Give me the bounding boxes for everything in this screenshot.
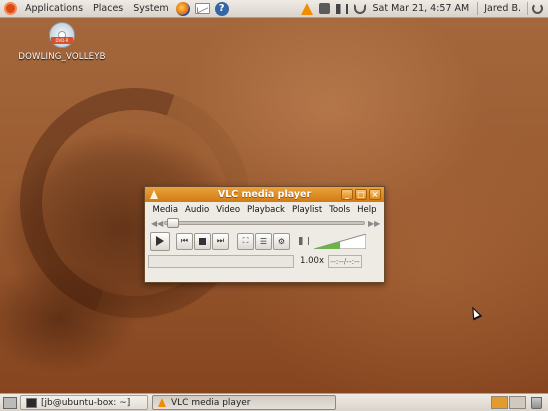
trash-icon[interactable] bbox=[531, 396, 542, 409]
workspace-1[interactable] bbox=[491, 396, 508, 409]
workspace-2[interactable] bbox=[509, 396, 526, 409]
previous-button[interactable]: ⏮ bbox=[176, 232, 193, 250]
close-button[interactable]: × bbox=[369, 189, 381, 200]
menu-applications[interactable]: Applications bbox=[20, 3, 88, 14]
volume-icon[interactable] bbox=[335, 3, 348, 14]
battery-icon[interactable] bbox=[318, 3, 330, 14]
menu-playback[interactable]: Playback bbox=[244, 205, 289, 215]
playback-controls: ⏮ ⏭ ⛶ ☰ ⚙ bbox=[145, 229, 384, 253]
seek-row: ◀◀ ▶▶ bbox=[145, 217, 384, 229]
ubuntu-logo-icon[interactable] bbox=[4, 2, 17, 15]
vlc-menubar: Media Audio Video Playback Playlist Tool… bbox=[145, 202, 384, 217]
show-desktop-icon[interactable] bbox=[3, 396, 17, 409]
menu-media[interactable]: Media bbox=[149, 205, 182, 215]
panel-separator bbox=[477, 2, 479, 15]
window-controls: _ □ × bbox=[341, 189, 381, 200]
desktop-icon-label: DOWLING_VOLLEYB bbox=[18, 52, 106, 62]
play-icon bbox=[156, 236, 164, 246]
vlc-icon bbox=[158, 398, 166, 407]
menu-help[interactable]: Help bbox=[354, 205, 380, 215]
menu-places[interactable]: Places bbox=[88, 3, 128, 14]
status-message-field bbox=[148, 254, 294, 268]
stop-button[interactable] bbox=[194, 232, 211, 250]
play-button[interactable] bbox=[150, 231, 170, 251]
terminal-icon bbox=[26, 397, 37, 408]
top-panel: Applications Places System ? Sat Mar 21,… bbox=[0, 0, 548, 18]
menu-system[interactable]: System bbox=[128, 3, 173, 14]
mail-icon[interactable] bbox=[194, 3, 210, 14]
taskbar-item-vlc[interactable]: VLC media player bbox=[152, 395, 336, 410]
dvd-tag: DVD-R bbox=[51, 37, 73, 44]
seek-back-icon[interactable]: ◀◀ bbox=[151, 219, 163, 228]
menu-playlist[interactable]: Playlist bbox=[288, 205, 325, 215]
menu-video[interactable]: Video bbox=[213, 205, 244, 215]
playback-speed[interactable]: 1.00x bbox=[298, 256, 324, 266]
time-display[interactable]: --:--/--:-- bbox=[328, 254, 362, 268]
speaker-icon[interactable] bbox=[299, 237, 309, 245]
menu-audio[interactable]: Audio bbox=[182, 205, 213, 215]
extended-settings-button[interactable]: ⚙ bbox=[273, 232, 290, 250]
desktop-dvd-icon[interactable]: DVD-R DOWLING_VOLLEYB bbox=[14, 22, 110, 62]
taskbar-item-label: VLC media player bbox=[171, 397, 251, 408]
vlc-window: VLC media player _ □ × Media Audio Video… bbox=[144, 186, 385, 283]
vlc-titlebar[interactable]: VLC media player _ □ × bbox=[145, 187, 384, 202]
seek-handle[interactable] bbox=[167, 218, 179, 228]
clock[interactable]: Sat Mar 21, 4:57 AM bbox=[369, 3, 476, 14]
status-row: 1.00x --:--/--:-- bbox=[145, 253, 384, 269]
next-button[interactable]: ⏭ bbox=[212, 232, 229, 250]
volume-slider[interactable] bbox=[314, 233, 366, 249]
network-icon[interactable] bbox=[353, 3, 366, 14]
bottom-panel: [jb@ubuntu-box: ~] VLC media player bbox=[0, 393, 548, 411]
seek-forward-icon[interactable]: ▶▶ bbox=[368, 219, 380, 228]
dvd-disc-icon: DVD-R bbox=[49, 22, 75, 48]
seek-slider[interactable] bbox=[164, 218, 365, 228]
fullscreen-button[interactable]: ⛶ bbox=[237, 232, 254, 250]
user-switcher[interactable]: Jared B. bbox=[480, 3, 525, 14]
firefox-icon[interactable] bbox=[175, 1, 190, 16]
vlc-tray-icon[interactable] bbox=[300, 2, 313, 15]
volume-ramp-graphic bbox=[314, 233, 366, 249]
menu-tools[interactable]: Tools bbox=[326, 205, 354, 215]
panel-separator bbox=[527, 2, 528, 15]
stop-icon bbox=[199, 237, 206, 245]
taskbar-item-terminal[interactable]: [jb@ubuntu-box: ~] bbox=[20, 395, 148, 410]
maximize-button[interactable]: □ bbox=[355, 189, 367, 200]
minimize-button[interactable]: _ bbox=[341, 189, 353, 200]
power-icon[interactable] bbox=[532, 3, 543, 14]
help-icon[interactable]: ? bbox=[214, 1, 229, 16]
playlist-button[interactable]: ☰ bbox=[255, 232, 272, 250]
taskbar-item-label: [jb@ubuntu-box: ~] bbox=[41, 397, 131, 408]
